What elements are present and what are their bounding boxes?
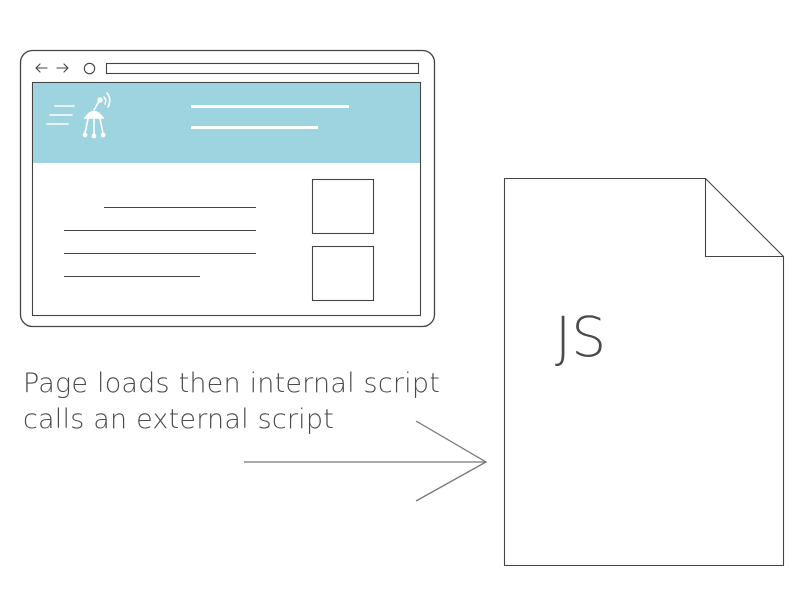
- js-file-document-icon: JS: [503, 177, 785, 567]
- diagram-canvas: JS: [19, 49, 785, 567]
- caption: Page loads then internal script calls an…: [23, 366, 493, 438]
- address-bar[interactable]: [105, 62, 420, 75]
- file-label: JS: [555, 305, 606, 369]
- browser-window: [19, 49, 436, 328]
- caption-line-2: calls an external script: [23, 404, 335, 435]
- file-outline: [503, 177, 785, 567]
- page-header-band: [33, 83, 420, 163]
- caption-line-1: Page loads then internal script: [23, 368, 440, 399]
